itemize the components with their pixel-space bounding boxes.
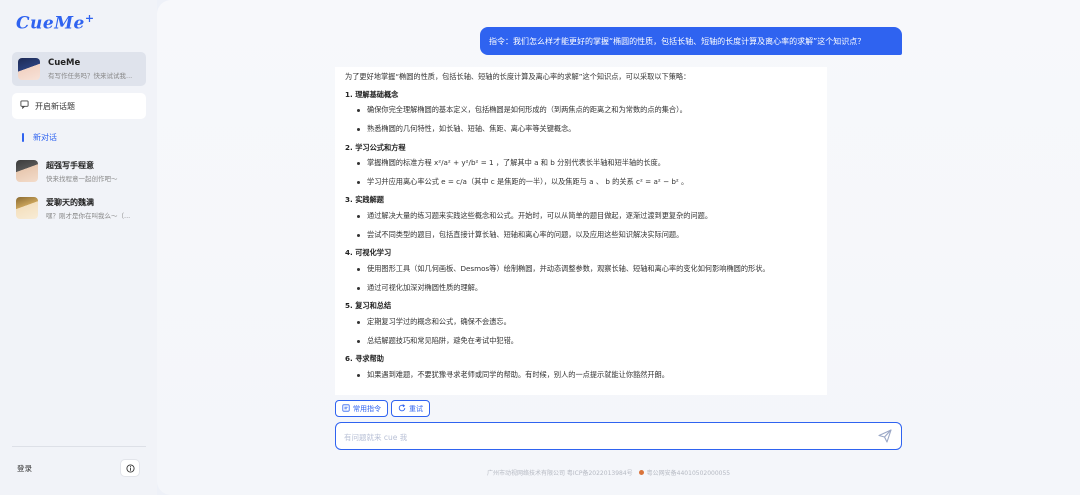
common-commands-button[interactable]: 常用指令 [335, 400, 388, 417]
list-item: 总结解题技巧和常见陷阱，避免在考试中犯错。 [357, 336, 817, 346]
answer-section-title: 2. 学习公式和方程 [345, 142, 406, 152]
avatar [16, 197, 38, 219]
current-agent-card[interactable]: CueMe 有写作任务吗？快来试试我... [12, 52, 146, 86]
info-icon[interactable] [120, 459, 140, 477]
active-indicator [22, 133, 24, 142]
answer-section-title: 6. 寻求帮助 [345, 354, 384, 364]
agent-subtitle: 有写作任务吗？快来试试我... [48, 72, 133, 80]
answer-section-title: 3. 实践解题 [345, 195, 384, 205]
agent-name: 超强写手程意 [46, 160, 94, 170]
agent-subtitle: 嘿？刚才是你在叫我么～（... [46, 211, 131, 220]
chat-input-box[interactable] [335, 422, 902, 450]
list-item: 尝试不同类型的题目，包括直接计算长轴、短轴和离心率的问题，以及应用这些知识解决实… [357, 230, 817, 240]
list-item: 定期复习学过的概念和公式，确保不会遗忘。 [357, 317, 817, 327]
answer-intro: 为了更好地掌握“椭圆的性质，包括长轴、短轴的长度计算及离心率的求解”这个知识点，… [345, 72, 691, 81]
retry-label: 重试 [409, 404, 423, 413]
refresh-icon [398, 403, 406, 414]
answer-list: 如果遇到难题，不要犹豫寻求老师或同学的帮助。有时候，别人的一点提示就能让你豁然开… [345, 370, 817, 380]
footer-note: 广州市动视网络技术有限公司 粤ICP备2022013984号 粤公网安备4401… [487, 468, 730, 477]
answer-section-title: 5. 复习和总结 [345, 301, 392, 311]
list-item: 熟悉椭圆的几何特性，如长轴、短轴、焦距、离心率等关键概念。 [357, 124, 817, 134]
answer-section-title: 4. 可视化学习 [345, 248, 392, 258]
avatar [16, 160, 38, 182]
new-topic-button[interactable]: 开启新话题 [12, 93, 146, 119]
answer-list: 使用图形工具（如几何画板、Desmos等）绘制椭圆，并动态调整参数，观察长轴、短… [345, 264, 817, 293]
user-message-bubble: 指令：我们怎么样才能更好的掌握“椭圆的性质，包括长轴、短轴的长度计算及离心率的求… [480, 27, 902, 55]
login-link[interactable]: 登录 [17, 463, 32, 474]
answer-list: 通过解决大量的练习题来实践这些概念和公式。开始时，可以从简单的题目做起，逐渐过渡… [345, 211, 817, 240]
police-text[interactable]: 粤公网安备44010502000055 [647, 468, 730, 477]
app-logo[interactable]: CueMe+ [16, 12, 95, 34]
agent-item[interactable]: 爱聊天的魏满 嘿？刚才是你在叫我么～（... [16, 196, 150, 220]
police-badge-icon [638, 470, 644, 475]
avatar [18, 58, 40, 80]
section-label: 新对话 [33, 133, 57, 142]
section-new-conversation[interactable]: 新对话 [22, 132, 57, 143]
list-item: 确保你完全理解椭圆的基本定义，包括椭圆是如何形成的（到两焦点的距离之和为常数的点… [357, 106, 817, 115]
sidebar: CueMe+ CueMe 有写作任务吗？快来试试我... 开启新话题 新对话 超… [0, 0, 157, 495]
agent-subtitle: 快来找程意一起创作吧～ [46, 174, 118, 183]
agent-name: CueMe [48, 58, 81, 68]
new-topic-label: 开启新话题 [35, 101, 75, 111]
send-icon[interactable] [878, 429, 892, 443]
answer-list: 定期复习学过的概念和公式，确保不会遗忘。 总结解题技巧和常见陷阱，避免在考试中犯… [345, 317, 817, 346]
agent-name: 爱聊天的魏满 [46, 197, 94, 207]
list-item: 通过可视化加深对椭圆性质的理解。 [357, 283, 817, 293]
list-item: 学习并应用离心率公式 e = c/a（其中 c 是焦距的一半），以及焦距与 a … [357, 177, 817, 187]
command-icon [342, 403, 350, 414]
answer-section-title: 1. 理解基础概念 [345, 89, 399, 99]
chat-bubble-icon [20, 100, 29, 112]
answer-list: 确保你完全理解椭圆的基本定义，包括椭圆是如何形成的（到两焦点的距离之和为常数的点… [345, 106, 817, 133]
retry-button[interactable]: 重试 [391, 400, 430, 417]
list-item: 如果遇到难题，不要犹豫寻求老师或同学的帮助。有时候，别人的一点提示就能让你豁然开… [357, 370, 817, 380]
list-item: 使用图形工具（如几何画板、Desmos等）绘制椭圆，并动态调整参数，观察长轴、短… [357, 264, 817, 274]
answer-list: 掌握椭圆的标准方程 x²/a² + y²/b² = 1 ，了解其中 a 和 b … [345, 159, 817, 186]
chat-input[interactable] [344, 430, 844, 444]
list-item: 通过解决大量的练习题来实践这些概念和公式。开始时，可以从简单的题目做起，逐渐过渡… [357, 211, 817, 221]
agent-item[interactable]: 超强写手程意 快来找程意一起创作吧～ [16, 159, 150, 183]
assistant-answer: 为了更好地掌握“椭圆的性质，包括长轴、短轴的长度计算及离心率的求解”这个知识点，… [335, 67, 827, 395]
icp-text[interactable]: 广州市动视网络技术有限公司 粤ICP备2022013984号 [487, 468, 633, 477]
sidebar-divider [12, 446, 146, 447]
list-item: 掌握椭圆的标准方程 x²/a² + y²/b² = 1 ，了解其中 a 和 b … [357, 159, 817, 168]
common-commands-label: 常用指令 [353, 404, 381, 413]
